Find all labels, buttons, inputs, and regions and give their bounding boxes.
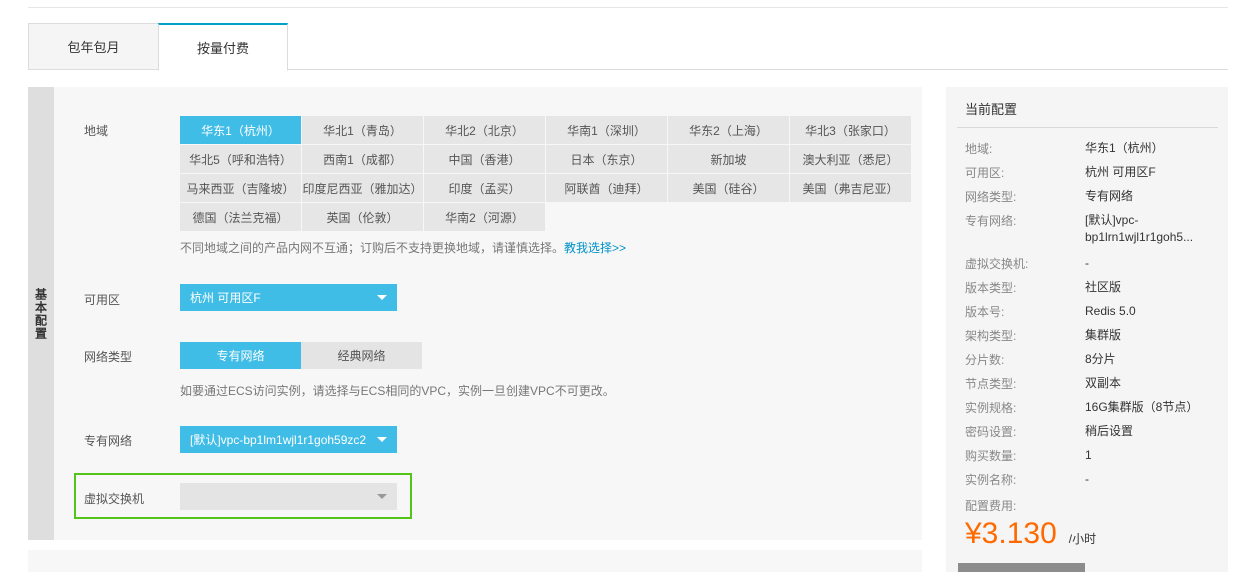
region-label: 地域: [84, 124, 109, 138]
billing-tabs: 包年包月 按量付费: [28, 23, 1228, 71]
region-option[interactable]: 华南1（深圳）: [546, 116, 667, 144]
zone-select[interactable]: 杭州 可用区F: [180, 284, 397, 311]
region-option[interactable]: 中国（香港）: [424, 145, 545, 173]
region-option[interactable]: 日本（东京）: [546, 145, 667, 173]
panel-title: 当前配置: [965, 102, 1018, 117]
summary-value: 双副本: [1085, 376, 1122, 390]
summary-key: 网络类型:: [965, 190, 1017, 204]
summary-value: 集群版: [1085, 328, 1122, 342]
region-option[interactable]: 印度尼西亚（雅加达）: [302, 174, 423, 202]
summary-key: 地域:: [965, 142, 993, 156]
region-option[interactable]: 西南1（成都）: [302, 145, 423, 173]
chevron-down-icon: [377, 437, 387, 442]
summary-value: 1: [1085, 448, 1092, 462]
vpc-select[interactable]: [默认]vpc-bp1lm1wjl1r1goh59zc2: [180, 426, 397, 453]
summary-key: 密码设置:: [965, 425, 1017, 439]
summary-value: 华东1（杭州）: [1085, 141, 1164, 155]
region-hint-text: 不同地域之间的产品内网不互通；订购后不支持更换地域，请谨慎选择。: [180, 241, 565, 255]
basic-config-section: 基本配置 地域 华东1（杭州） 华北1（青岛） 华北2（北京） 华南1（深圳） 华东2（…: [28, 87, 922, 540]
region-option[interactable]: 美国（硅谷）: [668, 174, 789, 202]
region-option[interactable]: 华东1（杭州）: [180, 116, 301, 144]
region-option[interactable]: 阿联酋（迪拜）: [546, 174, 667, 202]
summary-key: 版本类型:: [965, 281, 1017, 295]
summary-key: 可用区:: [965, 166, 1005, 180]
region-option[interactable]: 华北3（张家口）: [790, 116, 911, 144]
summary-value: 杭州 可用区F: [1085, 165, 1156, 179]
region-option[interactable]: 印度（孟买）: [424, 174, 545, 202]
vpc-select-value: [默认]vpc-bp1lm1wjl1r1goh59zc2: [190, 433, 367, 447]
region-option[interactable]: 马来西亚（吉隆坡）: [180, 174, 301, 202]
price-unit: /小时: [1068, 532, 1097, 546]
summary-key: 实例规格:: [965, 401, 1017, 415]
region-option[interactable]: 华北5（呼和浩特）: [180, 145, 301, 173]
chevron-down-icon: [377, 295, 387, 300]
summary-value: Redis 5.0: [1085, 304, 1136, 318]
current-config-panel: 当前配置 地域: 华东1（杭州） 可用区: 杭州 可用区F 网络类型: 专有网络专有网络:…: [946, 87, 1228, 572]
tab-pay-as-you-go[interactable]: 按量付费: [158, 23, 288, 71]
vswitch-highlight-box: [74, 473, 412, 519]
region-grid: 华东1（杭州） 华北1（青岛） 华北2（北京） 华南1（深圳） 华东2（上海） 华北3（张…: [180, 116, 912, 231]
summary-value: 社区版: [1085, 280, 1122, 294]
panel-divider: [957, 127, 1218, 128]
summary-key: 专有网络:: [965, 214, 1017, 228]
summary-value: -: [1085, 472, 1089, 486]
buy-button[interactable]: [958, 563, 1085, 572]
network-hint: 如要通过ECS访问实例，请选择与ECS相同的VPC，实例一旦创建VPC不可更改。: [180, 384, 615, 398]
region-option[interactable]: 华北1（青岛）: [302, 116, 423, 144]
zone-label: 可用区: [84, 293, 121, 307]
summary-value: [默认]vpc-: [1085, 213, 1139, 227]
summary-key: 版本号:: [965, 305, 1005, 319]
summary-key: 架构类型:: [965, 329, 1017, 343]
network-option-classic[interactable]: 经典网络: [301, 342, 422, 369]
region-option[interactable]: 澳大利亚（悉尼）: [790, 145, 911, 173]
section-label: 基本配置: [28, 87, 54, 540]
section-label-text: 基本配置: [33, 287, 48, 340]
region-option[interactable]: 英国（伦敦）: [302, 203, 423, 231]
summary-value: 专有网络: [1085, 189, 1134, 203]
region-hint: 不同地域之间的产品内网不互通；订购后不支持更换地域，请谨慎选择。教我选择>>: [180, 239, 626, 256]
summary-key: 实例名称:: [965, 473, 1017, 487]
top-divider: [28, 7, 1228, 8]
network-type-label: 网络类型: [84, 350, 133, 364]
tab-subscription[interactable]: 包年包月: [28, 23, 158, 70]
next-section: [28, 550, 922, 572]
summary-value: 16G集群版（8节点）: [1085, 400, 1199, 414]
region-option[interactable]: 德国（法兰克福）: [180, 203, 301, 231]
region-option[interactable]: 华南2（河源）: [424, 203, 545, 231]
vpc-label: 专有网络: [84, 434, 133, 448]
summary-key: 购买数量:: [965, 449, 1017, 463]
summary-key: 节点类型:: [965, 377, 1017, 391]
summary-value: 稍后设置: [1085, 424, 1134, 438]
summary-value-continued: bp1lrn1wjl1r1goh5...: [1085, 230, 1194, 244]
network-option-vpc[interactable]: 专有网络: [180, 342, 301, 369]
price-amount: ¥3.130: [965, 517, 1057, 550]
summary-key: 分片数:: [965, 353, 1005, 367]
summary-value: 8分片: [1085, 352, 1116, 366]
region-option[interactable]: 华北2（北京）: [424, 116, 545, 144]
region-option[interactable]: 美国（弗吉尼亚）: [790, 174, 911, 202]
region-option[interactable]: 新加坡: [668, 145, 789, 173]
region-help-link[interactable]: 教我选择>>: [564, 241, 626, 255]
summary-value: -: [1085, 256, 1089, 270]
zone-select-value: 杭州 可用区F: [190, 291, 261, 305]
price-display: ¥3.130 /小时: [965, 517, 1096, 551]
summary-key: 虚拟交换机:: [965, 257, 1029, 271]
summary-key: 配置费用:: [965, 499, 1017, 513]
region-option[interactable]: 华东2（上海）: [668, 116, 789, 144]
